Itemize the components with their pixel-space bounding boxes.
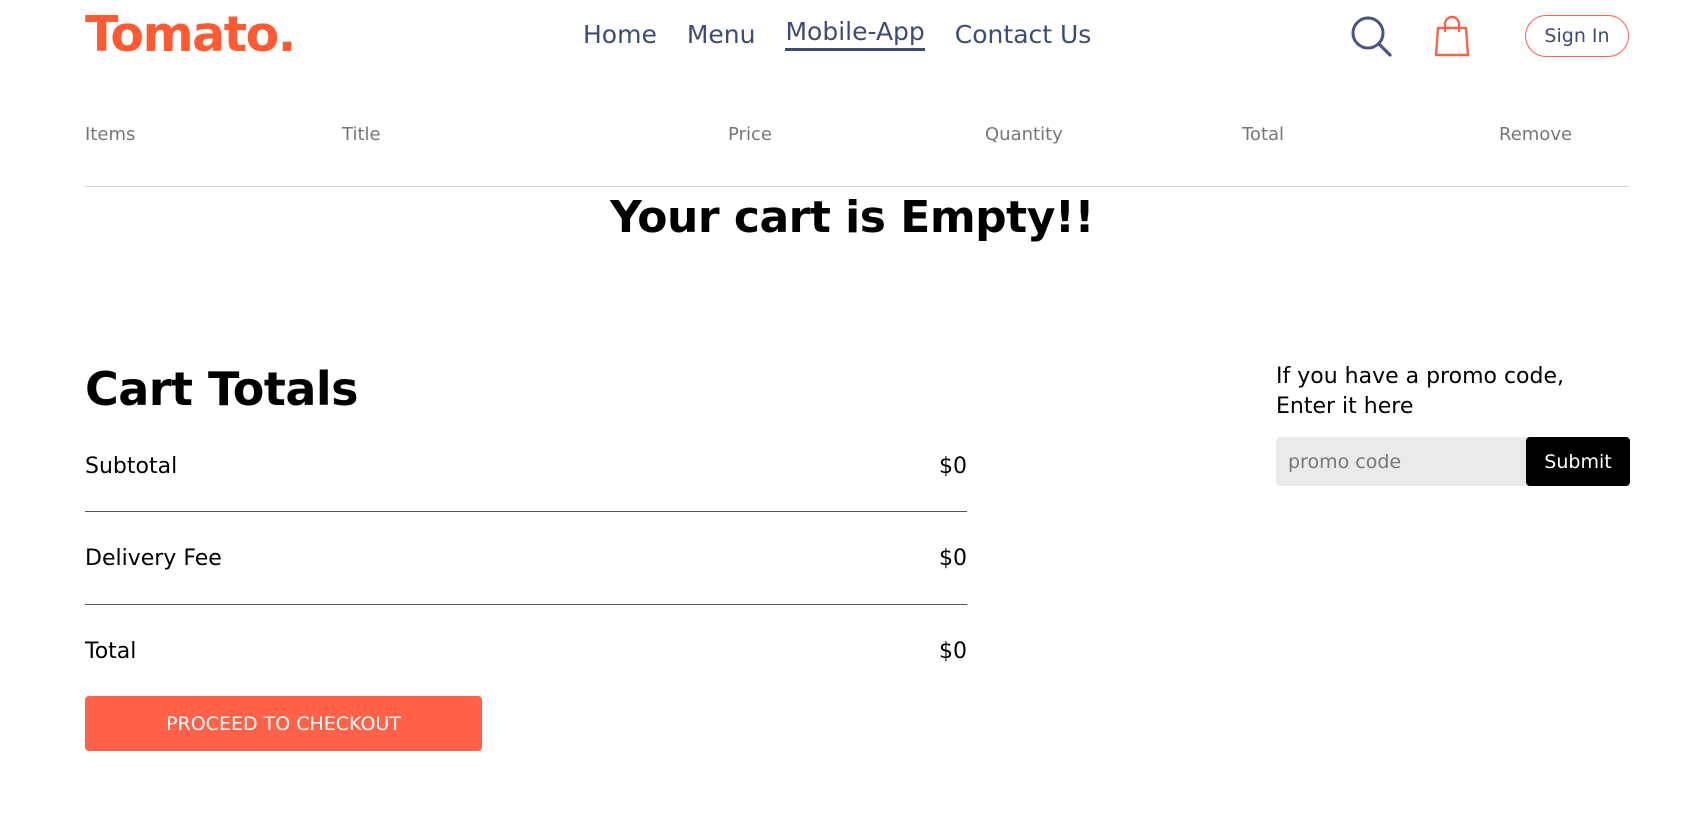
column-header-price: Price [728,124,772,145]
nav-link-mobile-app[interactable]: Mobile-App [785,17,925,51]
navbar: Tomato. Home Menu Mobile-App Contact Us … [85,0,1629,78]
promo-code-section: If you have a promo code, Enter it here … [1276,362,1630,486]
shopping-bag-icon[interactable] [1433,14,1471,58]
promo-submit-button[interactable]: Submit [1526,437,1630,486]
nav-link-contact-us[interactable]: Contact Us [955,20,1092,51]
nav-link-menu[interactable]: Menu [687,20,756,51]
delivery-fee-label: Delivery Fee [85,546,222,571]
subtotal-label: Subtotal [85,454,178,479]
promo-code-prompt: If you have a promo code, Enter it here [1276,364,1565,419]
cart-totals-title: Cart Totals [85,362,359,416]
cart-page: Tomato. Home Menu Mobile-App Contact Us … [0,0,1704,834]
empty-cart-message: Your cart is Empty!! [609,192,1095,243]
column-header-title: Title [342,124,381,145]
delivery-fee-row: Delivery Fee $0 [85,546,967,571]
nav-menu: Home Menu Mobile-App Contact Us [583,17,1121,51]
logo[interactable]: Tomato. [85,6,296,63]
divider [85,511,967,512]
proceed-to-checkout-button[interactable]: PROCEED TO CHECKOUT [85,696,482,751]
subtotal-row: Subtotal $0 [85,454,967,479]
column-header-remove: Remove [1499,124,1573,145]
column-header-quantity: Quantity [985,124,1063,145]
search-icon[interactable] [1349,14,1393,58]
divider [85,604,967,605]
nav-link-home[interactable]: Home [583,20,657,51]
column-header-total: Total [1242,124,1285,145]
divider [85,186,1629,187]
total-value: $0 [939,639,967,664]
promo-code-input[interactable] [1276,437,1524,486]
nav-actions: Sign In [1349,14,1629,58]
column-header-items: Items [85,124,136,145]
cart-totals: Cart Totals Subtotal $0 Delivery Fee $0 … [85,362,967,751]
subtotal-value: $0 [939,454,967,479]
promo-code-form: Submit [1276,437,1630,486]
total-label: Total [85,639,137,664]
sign-in-button[interactable]: Sign In [1525,15,1629,57]
cart-items-header: Items Title Price Quantity Total Remove [85,124,1629,148]
delivery-fee-value: $0 [939,546,967,571]
total-row: Total $0 [85,639,967,664]
